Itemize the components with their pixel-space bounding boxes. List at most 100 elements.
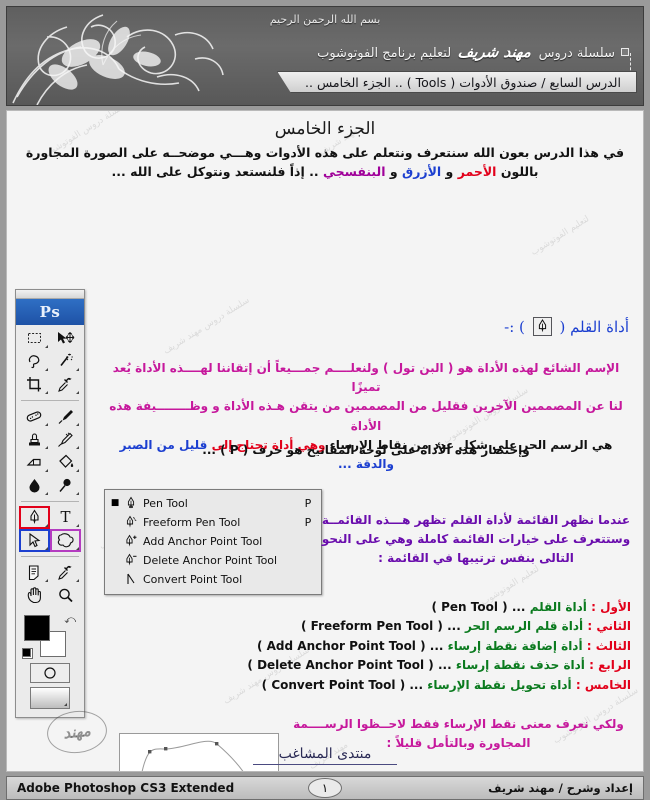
quick-mask-mode-button[interactable] (30, 663, 70, 683)
pen-tool-flyout-menu[interactable]: ■ Pen Tool P Freeform Pen Tool P Add Anc… (104, 489, 322, 595)
bullet-square-icon (621, 48, 629, 56)
photoshop-logo: Ps (16, 299, 84, 325)
photoshop-toolbox[interactable]: Ps T ⤺ (15, 289, 85, 718)
intro-prefix: باللون (500, 164, 539, 180)
page-number-badge: ١ (308, 778, 342, 798)
trailing-dots: ... (409, 677, 424, 692)
toolbox-tool-grid-3: T (16, 504, 84, 554)
series-prefix: سلسلة دروس (538, 46, 615, 61)
crop-tool[interactable] (19, 373, 50, 396)
series-suffix: لتعليم برنامج الفوتوشوب (317, 46, 452, 61)
hand-tool[interactable] (19, 584, 50, 607)
ordinal-label: الثاني : (587, 619, 631, 634)
brush-tool[interactable] (50, 405, 81, 428)
watermark: لتعليم الفوتوشوب (529, 214, 592, 258)
menu-para-line-2: وستتعرف على خيارات القائمة كاملة وهي على… (321, 532, 631, 547)
list-item: الرابع : أداة حذف نقطة إرساء ( Delete An… (247, 656, 631, 675)
pen-tool-icon (121, 496, 141, 511)
foreground-color-swatch[interactable] (24, 615, 50, 641)
tool-name-english: ( Delete Anchor Point Tool ) (247, 658, 434, 673)
ordinal-label: الأول : (591, 600, 631, 614)
lesson-ribbon: الدرس السابع / صندوق الأدوات ( Tools ) .… (277, 71, 637, 93)
history-brush-tool[interactable] (50, 428, 81, 451)
software-label: Adobe Photoshop CS3 Extended (17, 781, 235, 795)
horizontal-type-tool[interactable]: T (50, 506, 81, 529)
clone-stamp-tool[interactable] (19, 428, 50, 451)
tool-flyout-corner-icon (76, 547, 79, 550)
menu-item-add-anchor-point-tool[interactable]: Add Anchor Point Tool (105, 532, 321, 551)
list-item: الثاني : أداة قلم الرسم الحر ( Freeform … (286, 617, 631, 636)
custom-shape-tool[interactable] (50, 529, 81, 552)
header-banner: بسم الله الرحمن الرحيم سلسلة دروس مهند ش… (6, 6, 644, 106)
swap-colors-icon[interactable]: ⤺ (64, 613, 76, 627)
menu-item-delete-anchor-point-tool[interactable]: Delete Anchor Point Tool (105, 551, 321, 570)
move-tool[interactable] (50, 327, 81, 350)
color-word-red: الأحمر (457, 164, 497, 180)
zoom-tool[interactable] (50, 584, 81, 607)
blur-tool[interactable] (19, 474, 50, 497)
selected-bullet-icon: ■ (110, 498, 120, 508)
healing-brush-tool[interactable] (19, 405, 50, 428)
tool-flyout-corner-icon (76, 579, 79, 582)
eyedropper-tool[interactable] (50, 373, 81, 396)
toolbox-tool-grid-4 (16, 559, 84, 609)
pen-tool-icon (532, 317, 552, 336)
lasso-tool[interactable] (19, 350, 50, 373)
tool-flyout-corner-icon (76, 469, 79, 472)
toolbox-divider-3 (21, 556, 79, 557)
pen-heading-text: أداة القلم ( (559, 318, 629, 336)
path-selection-tool[interactable] (19, 529, 50, 552)
menu-item-convert-point-tool[interactable]: Convert Point Tool (105, 570, 321, 589)
add-anchor-point-tool-icon (121, 534, 141, 549)
menu-explanation-paragraph: عندما نظهر القائمة لأداة القلم تظهر هـــ… (321, 511, 631, 569)
color-word-purple: البنفسجي (322, 164, 386, 180)
list-item: الثالث : أداة إضافة نقطة إرساء ( Add Anc… (257, 637, 631, 656)
delete-anchor-point-tool-icon (121, 553, 141, 568)
menu-item-freeform-pen-tool[interactable]: Freeform Pen Tool P (105, 513, 321, 532)
tool-flyout-corner-icon (45, 446, 48, 449)
intro-line-1: في هذا الدرس بعون الله سنتعرف ونتعلم على… (25, 145, 625, 160)
tool-flyout-corner-icon (45, 423, 48, 426)
list-item: الخامس : أداة تحويل نقطة الإرساء ( Conve… (262, 676, 631, 695)
toolbox-tool-grid (16, 325, 84, 398)
tool-flyout-corner-icon (45, 391, 48, 394)
page-title: الجزء الخامس (274, 119, 376, 139)
menu-para-line-1: عندما نظهر القائمة لأداة القلم تظهر هـــ… (321, 513, 631, 527)
menu-item-pen-tool[interactable]: ■ Pen Tool P (105, 494, 321, 513)
find-line-1: سنجد أنها تحتوي على ستة نقاط تقع على منح… (286, 771, 631, 772)
default-colors-icon[interactable] (22, 648, 33, 659)
pen-tool[interactable] (19, 506, 50, 529)
tool-flyout-corner-icon (45, 579, 48, 582)
tool-name-arabic: أداة تحويل نقطة الإرساء (427, 677, 572, 692)
toolbox-drag-handle[interactable] (16, 290, 84, 299)
menu-item-label: Pen Tool (143, 497, 188, 510)
tool-flyout-corner-icon (45, 469, 48, 472)
eyedropper-tool-2[interactable] (50, 561, 81, 584)
content-paper: سلسلة دروس الفوتوشوب مهند شريف لتعليم ال… (6, 110, 644, 772)
menu-item-shortcut: P (304, 516, 312, 529)
dodge-tool[interactable] (50, 474, 81, 497)
tools-ordered-list: الأول : أداة القلم ( Pen Tool ) ... الثا… (247, 598, 631, 695)
basmala-text: بسم الله الرحمن الرحيم (269, 13, 381, 26)
magic-wand-tool[interactable] (50, 350, 81, 373)
forum-signature: منتدى المشاغب (7, 743, 643, 765)
pen-desc-line-1: الإسم الشائع لهذه الأداة هو ( البن تول )… (112, 361, 620, 395)
color-swatches[interactable]: ⤺ (22, 613, 78, 659)
page-footer: Adobe Photoshop CS3 Extended ١ إعداد وشر… (6, 776, 644, 800)
tool-name-english: ( Pen Tool ) (431, 600, 508, 614)
series-title: سلسلة دروس مهند شريف لتعليم برنامج الفوت… (317, 43, 629, 61)
tool-flyout-corner-icon (76, 423, 79, 426)
eraser-tool[interactable] (19, 451, 50, 474)
screen-mode-button[interactable] (30, 687, 70, 709)
rectangular-marquee-tool[interactable] (19, 327, 50, 350)
forum-signature-text: منتدى المشاغب (252, 746, 398, 765)
freeform-pen-tool-icon (121, 515, 141, 530)
tool-flyout-corner-icon (45, 524, 48, 527)
notes-tool[interactable] (19, 561, 50, 584)
list-item: الأول : أداة القلم ( Pen Tool ) ... (286, 598, 631, 617)
pen-tool-heading: أداة القلم ( ) :- (504, 317, 629, 336)
tool-flyout-corner-icon (76, 492, 79, 495)
tool-flyout-corner-icon (76, 368, 79, 371)
paint-bucket-tool[interactable] (50, 451, 81, 474)
tool-flyout-corner-icon (45, 345, 48, 348)
